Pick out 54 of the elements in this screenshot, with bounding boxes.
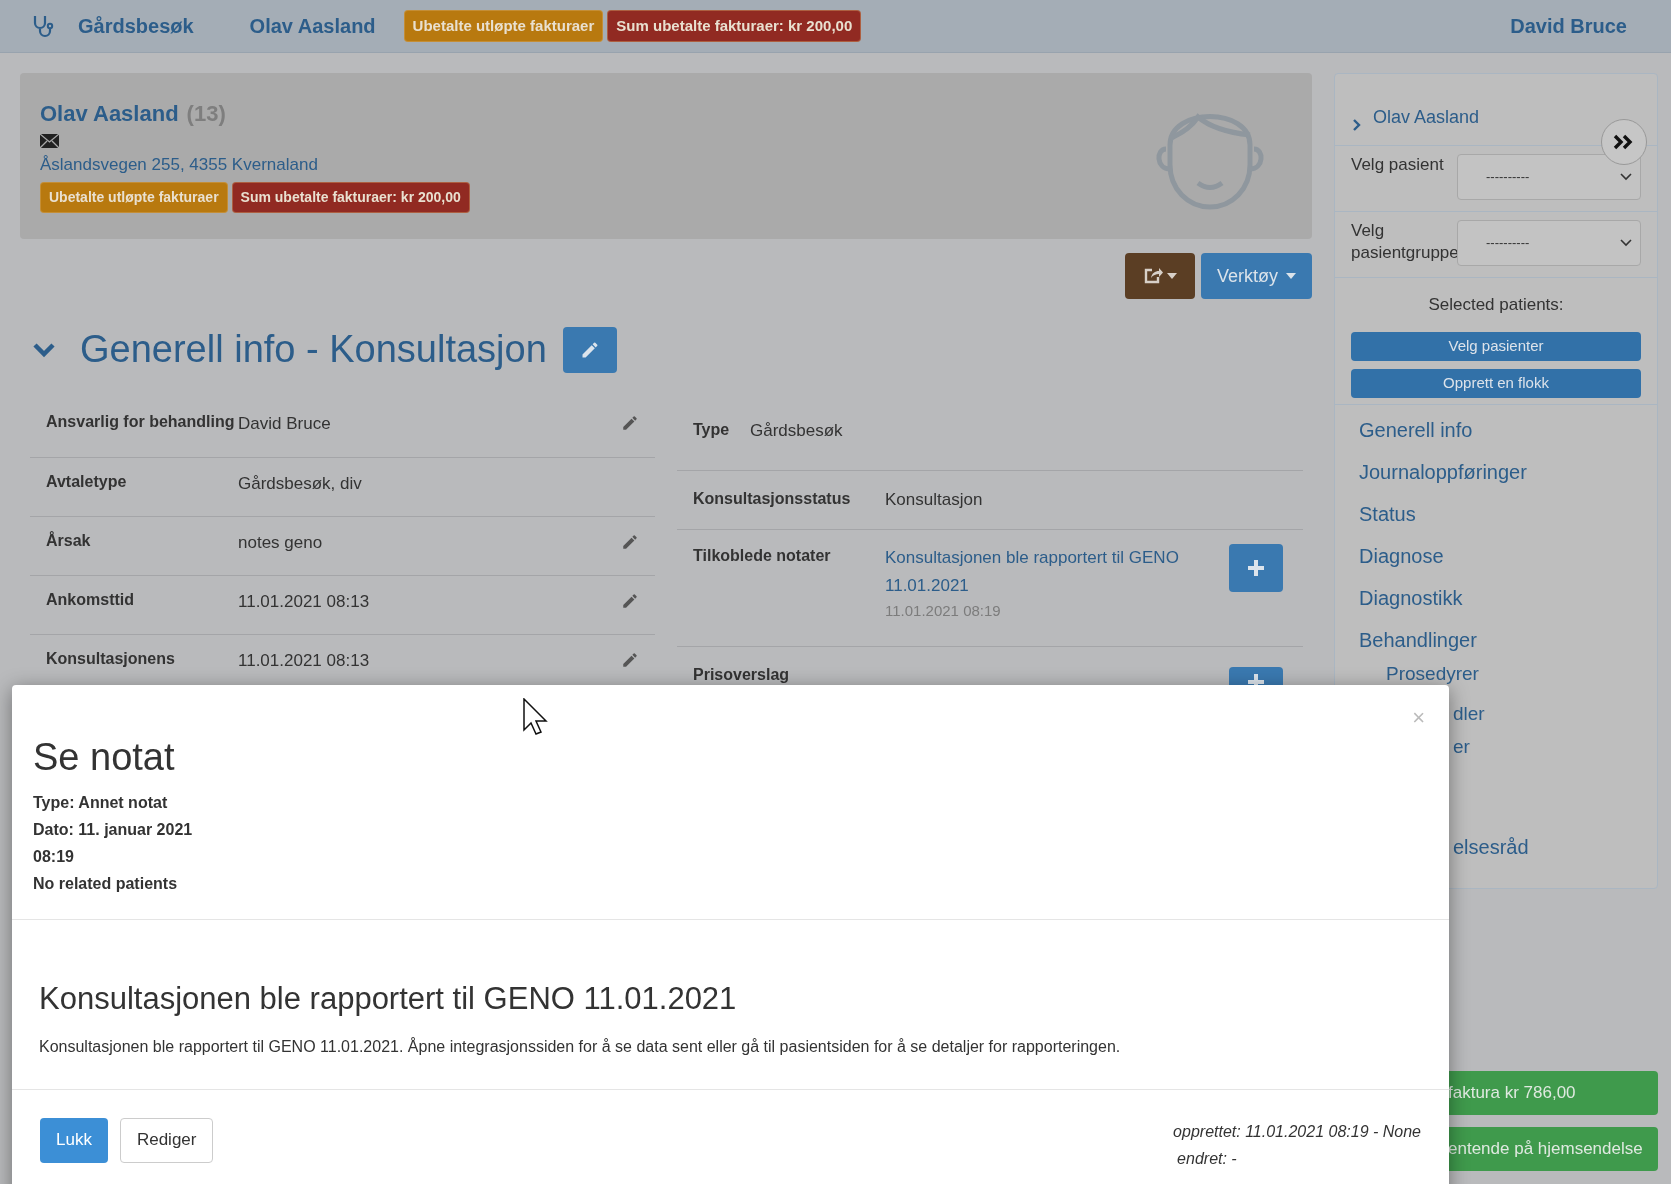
patient-address[interactable]: Åslandsvegen 255, 4355 Kvernaland	[40, 152, 470, 178]
field-label: Konsultasjonsstatus	[693, 489, 852, 509]
note-meta: Dato: 11. januar 2021	[33, 820, 194, 840]
nav-link[interactable]: Diagnose	[1335, 540, 1657, 583]
field-value: Konsultasjon	[885, 489, 984, 511]
changed-info: endret: -	[1176, 1148, 1237, 1169]
field-label: Ansvarlig for behandling	[46, 412, 236, 432]
status-badge: Ubetalte utløpte fakturaer	[40, 181, 228, 213]
select-field[interactable]: ----------	[1457, 220, 1641, 266]
edit-note-button[interactable]: Rediger	[119, 1117, 214, 1163]
page-title[interactable]: Gårdsbesøk	[78, 11, 194, 41]
field-value: 11.01.2021 08:13	[238, 651, 371, 671]
patient-name[interactable]: Olav Aasland	[40, 97, 179, 130]
close-dialog-button[interactable]: Lukk	[40, 1117, 108, 1163]
note-heading: Konsultasjonen ble rapportert til GENO 11.01.2021	[39, 980, 738, 1018]
field-label: Type	[693, 420, 731, 440]
nav-link[interactable]: Diagnostikk	[1335, 582, 1657, 625]
field-value: notes geno	[238, 533, 324, 553]
status-badge: Sum ubetalte fakturaer: kr 200,00	[607, 9, 862, 43]
note-meta: 08:19	[33, 847, 75, 867]
field-value: Gårdsbesøk, div	[238, 474, 363, 494]
patient-link[interactable]: Olav Aasland	[249, 11, 376, 41]
section-title: Generell info - Konsultasjon	[80, 327, 547, 372]
note-time: 11.01.2021 08:19	[885, 601, 1002, 621]
nav-link[interactable]: Status	[1335, 498, 1657, 541]
tools-button[interactable]: Verktøy	[1201, 253, 1312, 299]
field-value: 11.01.2021 08:13	[238, 592, 371, 612]
note-link[interactable]: Konsultasjonen ble rapportert til GENO 11.01.2021	[885, 544, 1185, 600]
field-label: Ankomsttid	[46, 590, 135, 610]
field-label: Prisoverslag	[693, 665, 791, 685]
nav-link[interactable]: Generell info	[1335, 414, 1657, 457]
status-badge: Sum ubetalte fakturaer: kr 200,00	[231, 181, 470, 213]
selected-patients-label: Selected patients:	[1428, 294, 1564, 316]
select-field[interactable]: ----------	[1457, 154, 1641, 200]
field-label: Årsak	[46, 530, 92, 551]
patient-link[interactable]: Olav Aasland	[1373, 104, 1480, 131]
field-label: Konsultasjonens	[46, 649, 176, 669]
user-name[interactable]: David Bruce	[1510, 11, 1627, 41]
sidebar-button[interactable]: Velg pasienter	[1351, 331, 1641, 361]
field-label: Tilkoblede notater	[693, 546, 832, 566]
field-value: David Bruce	[238, 414, 332, 434]
note-meta: Type: Annet notat	[33, 793, 169, 813]
status-badge: Ubetalte utløpte fakturaer	[403, 9, 604, 43]
created-info: opprettet: 11.01.2021 08:19 - None	[1173, 1121, 1421, 1142]
field-label: Avtaletype	[46, 472, 128, 492]
note-body: Konsultasjonen ble rapportert til GENO 11.01.2021. Åpne integrasjonssiden for å se data sent eller gå til pasientsiden for å se detaljer for rapporteringen.	[39, 1036, 1122, 1057]
note-meta: No related patients	[33, 874, 179, 894]
sidebar-button[interactable]: Opprett en flokk	[1351, 368, 1641, 398]
select-label: Velg pasientgruppe	[1351, 220, 1457, 264]
field-value: Gårdsbesøk	[750, 420, 844, 442]
dialog-title: Se notat	[33, 735, 176, 779]
select-label: Velg pasient	[1351, 154, 1445, 176]
nav-link[interactable]: Journaloppføringer	[1335, 456, 1657, 499]
close-button[interactable]: ×	[1412, 707, 1425, 729]
